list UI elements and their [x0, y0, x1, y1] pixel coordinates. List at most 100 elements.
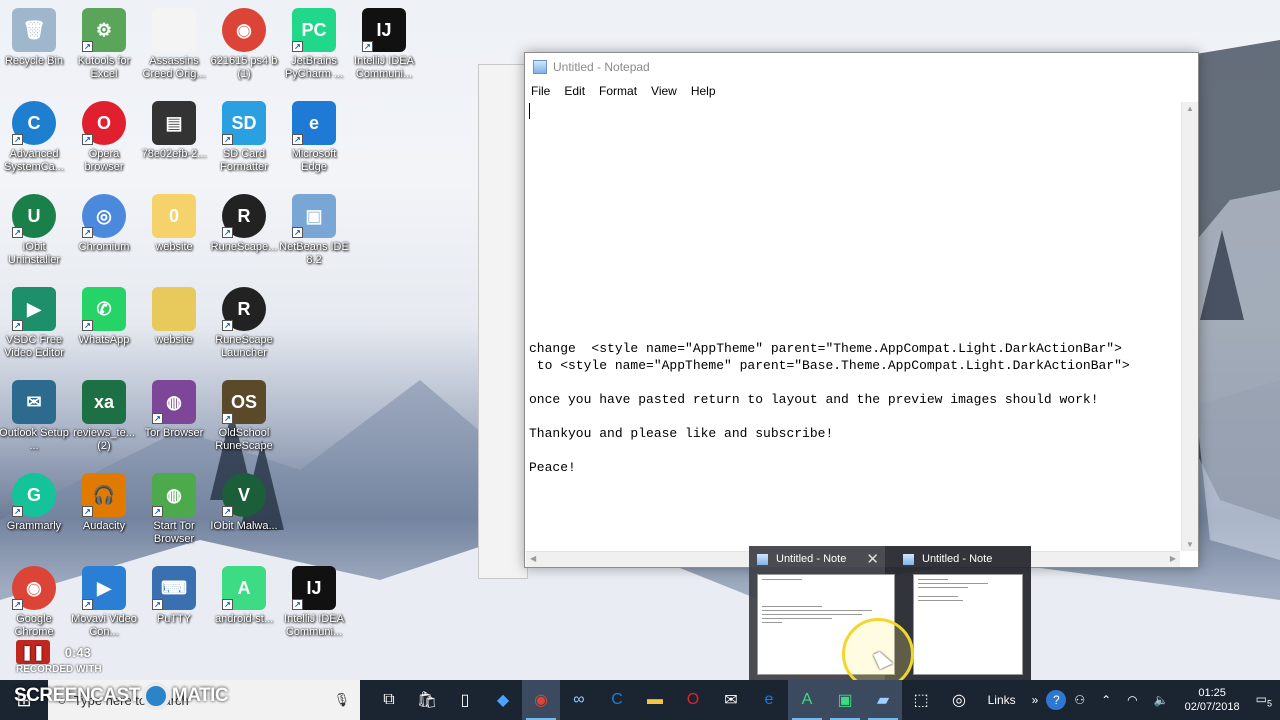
shortcut-arrow-icon: ↗ [222, 227, 233, 238]
desktop-icon[interactable]: C ↗ Advanced SystemCa... [0, 101, 70, 174]
notepad-text-area[interactable]: change <style name="AppTheme" parent="Th… [526, 102, 1180, 551]
taskbar-infinity-button[interactable]: ∞ [560, 680, 598, 720]
desktop-icon[interactable]: website [138, 287, 210, 347]
vertical-scrollbar[interactable]: ▲ ▼ [1181, 102, 1198, 551]
menu-format[interactable]: Format [599, 84, 637, 98]
show-hidden-icons-icon[interactable]: ⌃ [1093, 693, 1119, 707]
desktop-icon[interactable]: Assassins Creed Orig... [138, 8, 210, 81]
taskbar-snip-button[interactable]: ⬚ [902, 680, 940, 720]
shortcut-arrow-icon: ↗ [152, 506, 163, 517]
desktop-icon[interactable]: ◍ ↗ Tor Browser [138, 380, 210, 440]
desktop-icon[interactable]: OS ↗ OldSchool RuneScape [208, 380, 280, 453]
desktop-icon[interactable]: IJ ↗ IntelliJ IDEA Communi... [348, 8, 420, 81]
desktop-icon[interactable]: xa reviews_te... (2) [68, 380, 140, 453]
taskbar-steam-button[interactable]: ◎ [940, 680, 978, 720]
links-toolbar[interactable]: Links [980, 693, 1024, 707]
desktop-icon-label: Movavi Video Con... [71, 613, 137, 638]
desktop-icon[interactable]: ◉ ↗ Google Chrome [0, 566, 70, 639]
taskbar-task-view-button[interactable]: ⧉ [370, 680, 408, 720]
desktop-icon[interactable]: 0 website [138, 194, 210, 254]
window-icon: ▣ [837, 692, 853, 709]
desktop-icon[interactable]: R ↗ RuneScape Launcher [208, 287, 280, 360]
desktop-icon[interactable]: O ↗ Opera browser [68, 101, 140, 174]
notepad-window[interactable]: Untitled - Notepad File Edit Format View… [524, 52, 1199, 568]
taskbar-file-explorer-button[interactable]: ▬ [636, 680, 674, 720]
people-icon[interactable]: ⚇ [1066, 693, 1093, 707]
desktop-icon[interactable]: A ↗ android-st... [208, 566, 280, 626]
taskbar-edge-button[interactable]: e [750, 680, 788, 720]
taskbar-chrome-button[interactable]: ◉ [522, 680, 560, 720]
desktop-icon[interactable]: U ↗ IObit Uninstaller [0, 194, 70, 267]
desktop-icon-label: website [155, 334, 193, 346]
clock-time: 01:25 [1198, 687, 1226, 699]
microphone-icon[interactable]: 🎙 [333, 692, 350, 708]
taskbar-android-studio-button[interactable]: A [788, 680, 826, 720]
help-icon[interactable]: ? [1046, 690, 1067, 710]
desktop-icon[interactable]: ▤ 78e02efb-2... [138, 101, 210, 161]
desktop-icon[interactable]: ▣ ↗ NetBeans IDE 8.2 [278, 194, 350, 267]
desktop-icon-label: Microsoft Edge [291, 148, 337, 173]
shortcut-arrow-icon: ↗ [292, 41, 303, 52]
desktop-icon[interactable]: 🗑 Recycle Bin [0, 8, 70, 68]
desktop-icon[interactable]: ▶ ↗ Movavi Video Con... [68, 566, 140, 639]
taskbar-notepad-button[interactable]: ▰ [864, 680, 902, 720]
scroll-up-icon[interactable]: ▲ [1186, 104, 1194, 113]
chevron-icon[interactable]: » [1024, 693, 1047, 707]
clock[interactable]: 01:25 02/07/2018 [1177, 686, 1248, 714]
desktop-icon[interactable]: ◎ ↗ Chromium [68, 194, 140, 254]
desktop-icon-label: IntelliJ IDEA Communi... [354, 55, 414, 80]
preview-thumbnail[interactable]: Untitled - Note [895, 546, 1031, 684]
app-icon: ⚙ ↗ [82, 8, 126, 52]
desktop-icon[interactable]: ◍ ↗ Start Tor Browser [138, 473, 210, 546]
desktop-icon[interactable]: 🎧 ↗ Audacity [68, 473, 140, 533]
file-icon: ▯ [460, 692, 470, 709]
menu-help[interactable]: Help [691, 84, 716, 98]
scroll-down-icon[interactable]: ▼ [1186, 540, 1194, 549]
desktop-icon[interactable]: ◉ 621615 ps4 b (1) [208, 8, 280, 81]
taskbar-mail-button[interactable]: ✉ [712, 680, 750, 720]
pause-recording-button[interactable]: ❚❚ [16, 640, 50, 664]
wifi-icon[interactable]: ◠ [1119, 693, 1145, 707]
desktop-icon[interactable]: IJ ↗ IntelliJ IDEA Communi... [278, 566, 350, 639]
background-window[interactable] [478, 64, 528, 579]
close-icon[interactable]: ✕ [866, 550, 879, 568]
preview-title: Untitled - Note [922, 553, 993, 565]
desktop-icon-label: VSDC Free Video Editor [4, 334, 64, 359]
desktop-icon-label: IntelliJ IDEA Communi... [284, 613, 344, 638]
taskbar-ccleaner-button[interactable]: C [598, 680, 636, 720]
taskbar-opera-button[interactable]: O [674, 680, 712, 720]
desktop-icon[interactable]: R ↗ RuneScape... [208, 194, 280, 254]
desktop-icon-label: RuneScape... [210, 241, 278, 253]
scroll-right-icon[interactable]: ▶ [1170, 554, 1176, 563]
action-center-icon[interactable]: ▭5 [1248, 692, 1280, 708]
app-icon: R ↗ [222, 287, 266, 331]
desktop-icon[interactable]: G ↗ Grammarly [0, 473, 70, 533]
desktop-icon[interactable]: SD ↗ SD Card Formatter [208, 101, 280, 174]
desktop-icon[interactable]: ⚙ ↗ Kutools for Excel [68, 8, 140, 81]
desktop-icon[interactable]: V ↗ IObit Malwa... [208, 473, 280, 533]
taskbar-window-button[interactable]: ▣ [826, 680, 864, 720]
volume-icon[interactable]: 🔈 [1146, 693, 1177, 707]
shortcut-arrow-icon: ↗ [292, 599, 303, 610]
desktop-icon[interactable]: ✉ Outlook Setup ... [0, 380, 70, 453]
taskbar-dropbox-button[interactable]: ◆ [484, 680, 522, 720]
taskbar-store-button[interactable]: 🛍 [408, 680, 446, 720]
menu-file[interactable]: File [531, 84, 550, 98]
app-icon: ◍ ↗ [152, 380, 196, 424]
notepad-title-bar[interactable]: Untitled - Notepad [525, 53, 1198, 81]
task-view-icon: ⧉ [383, 691, 395, 708]
taskbar-file-button[interactable]: ▯ [446, 680, 484, 720]
preview-title: Untitled - Note [776, 553, 847, 565]
desktop-icon[interactable]: e ↗ Microsoft Edge [278, 101, 350, 174]
desktop-icon[interactable]: ⌨ ↗ PuTTY [138, 566, 210, 626]
menu-view[interactable]: View [651, 84, 677, 98]
desktop-icon[interactable]: ▶ ↗ VSDC Free Video Editor [0, 287, 70, 360]
system-tray: Links » ? ⚇ ⌃ ◠ 🔈 01:25 02/07/2018 ▭5 [980, 680, 1280, 720]
scroll-left-icon[interactable]: ◀ [530, 554, 536, 563]
menu-edit[interactable]: Edit [564, 84, 585, 98]
app-icon: V ↗ [222, 473, 266, 517]
desktop-icon-label: PuTTY [156, 613, 192, 625]
desktop-icon[interactable]: ✆ ↗ WhatsApp [68, 287, 140, 347]
desktop-icon[interactable]: PC ↗ JetBrains PyCharm ... [278, 8, 350, 81]
app-icon: 🎧 ↗ [82, 473, 126, 517]
